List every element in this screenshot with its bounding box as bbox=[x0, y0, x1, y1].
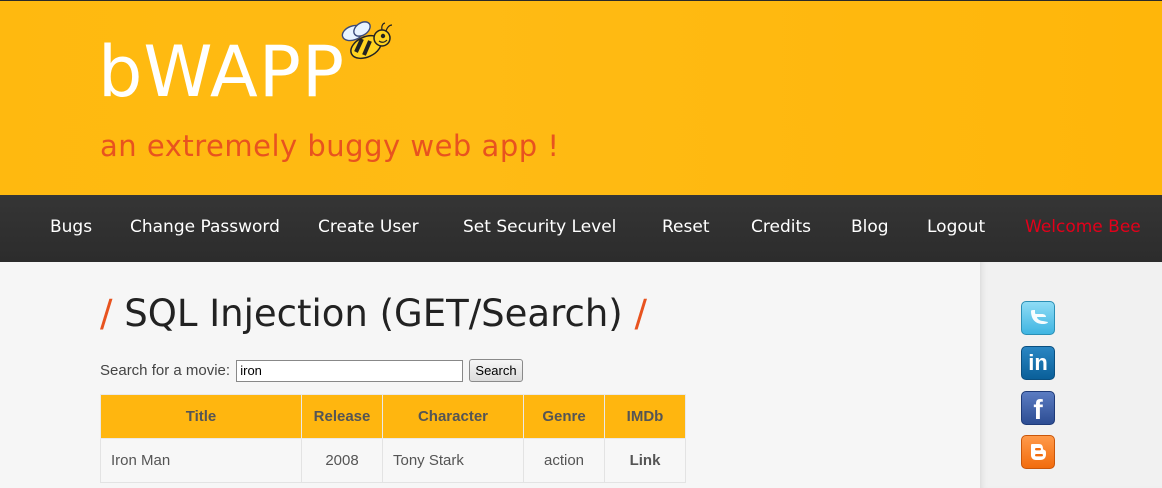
header: bWAPP an extremely buggy web app ! bbox=[0, 0, 1162, 195]
menu-item-reset[interactable]: Reset bbox=[662, 217, 710, 237]
title-slash-right: / bbox=[634, 292, 647, 335]
column-header-release: Release bbox=[301, 394, 383, 439]
column-header-genre: Genre bbox=[523, 394, 605, 439]
search-button[interactable]: Search bbox=[469, 359, 523, 382]
facebook-icon[interactable]: f bbox=[1021, 391, 1055, 425]
column-header-character: Character bbox=[382, 394, 524, 439]
column-header-imdb: IMDb bbox=[604, 394, 686, 439]
menu-item-blog[interactable]: Blog bbox=[851, 217, 889, 237]
title-slash-left: / bbox=[100, 292, 113, 335]
cell-release: 2008 bbox=[301, 438, 383, 483]
linkedin-icon[interactable]: in bbox=[1021, 346, 1055, 380]
imdb-link[interactable]: Link bbox=[604, 438, 686, 483]
search-label: Search for a movie: bbox=[100, 362, 231, 379]
tagline: an extremely buggy web app ! bbox=[100, 129, 560, 163]
welcome-user-text: Welcome Bee bbox=[1025, 217, 1141, 237]
twitter-bird-icon bbox=[1031, 310, 1048, 324]
menu-item-create-user[interactable]: Create User bbox=[318, 217, 419, 237]
menu-item-logout[interactable]: Logout bbox=[927, 217, 985, 237]
social-sidebar bbox=[980, 262, 1162, 488]
column-header-title: Title bbox=[100, 394, 302, 439]
menu-item-credits[interactable]: Credits bbox=[751, 217, 811, 237]
table-header-row: Title Release Character Genre IMDb bbox=[100, 394, 686, 439]
menu-item-set-security-level[interactable]: Set Security Level bbox=[463, 217, 616, 237]
nav-menu: Bugs Change Password Create User Set Sec… bbox=[0, 195, 1162, 262]
app-logo[interactable]: bWAPP bbox=[98, 37, 345, 107]
results-table: Title Release Character Genre IMDb Iron … bbox=[100, 394, 686, 483]
cell-character: Tony Stark bbox=[382, 438, 524, 483]
menu-item-change-password[interactable]: Change Password bbox=[130, 217, 280, 237]
menu-item-bugs[interactable]: Bugs bbox=[50, 217, 92, 237]
table-row: Iron Man 2008 Tony Stark action Link bbox=[100, 438, 686, 483]
page-title-text: SQL Injection (GET/Search) bbox=[124, 292, 623, 335]
cell-genre: action bbox=[523, 438, 605, 483]
bee-logo-icon bbox=[341, 21, 393, 60]
search-input[interactable] bbox=[236, 359, 464, 382]
search-form: Search for a movie: Search bbox=[100, 359, 523, 382]
page-title: / SQL Injection (GET/Search) / bbox=[100, 292, 647, 335]
blogger-b-icon bbox=[1031, 444, 1046, 460]
twitter-icon[interactable] bbox=[1021, 301, 1055, 335]
blogger-icon[interactable] bbox=[1021, 435, 1055, 469]
cell-title: Iron Man bbox=[100, 438, 302, 483]
